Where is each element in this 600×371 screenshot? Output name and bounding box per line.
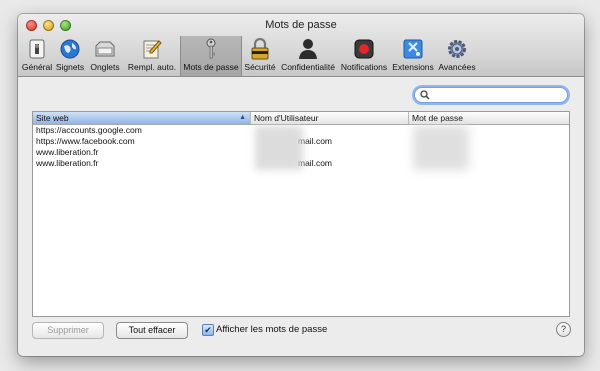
clear-all-button[interactable]: Tout effacer (116, 322, 188, 339)
tab-general-label: Général (21, 62, 53, 72)
sort-ascending-icon: ▲ (239, 114, 246, 121)
tab-autofill-label: Rempl. auto. (127, 62, 177, 72)
site-cell: www.liberation.fr (36, 158, 99, 168)
show-passwords-checkbox[interactable]: ✔ (202, 324, 214, 336)
help-button[interactable]: ? (556, 322, 571, 337)
redacted-username-area (255, 126, 303, 170)
tab-extensions-label: Extensions (392, 62, 434, 72)
column-header-site-label: Site web (36, 113, 69, 123)
column-header-password-label: Mot de passe (412, 113, 464, 123)
preferences-window: Mots de passe Général Signets Onglets Re… (18, 14, 584, 356)
tab-bookmarks-label: Signets (55, 62, 85, 72)
column-header-site[interactable]: Site web ▲ (33, 112, 251, 124)
gear-icon (446, 38, 468, 60)
person-silhouette-icon (297, 38, 319, 60)
record-icon (353, 38, 375, 60)
tab-notifications-label: Notifications (340, 62, 388, 72)
tab-autofill[interactable]: Rempl. auto. (124, 36, 180, 76)
globe-icon (59, 38, 81, 60)
title-bar: Mots de passe Général Signets Onglets Re… (18, 14, 584, 77)
table-header: Site web ▲ Nom d'Utilisateur Mot de pass… (33, 112, 569, 125)
window-title: Mots de passe (265, 19, 337, 31)
column-header-username-label: Nom d'Utilisateur (254, 113, 319, 123)
redacted-password-area (413, 126, 469, 170)
tab-privacy[interactable]: Confidentialité (278, 36, 338, 76)
delete-button[interactable]: Supprimer (32, 322, 104, 339)
tab-general[interactable]: Général (20, 36, 54, 76)
tab-extensions[interactable]: Extensions (390, 36, 436, 76)
site-cell: www.liberation.fr (36, 147, 99, 157)
tab-bookmarks[interactable]: Signets (54, 36, 86, 76)
switch-icon (26, 38, 48, 60)
tab-advanced[interactable]: Avancées (436, 36, 478, 76)
tab-advanced-label: Avancées (438, 62, 476, 72)
tab-privacy-label: Confidentialité (281, 62, 335, 72)
tabs-icon (94, 38, 116, 60)
tab-tabs[interactable]: Onglets (86, 36, 124, 76)
pencil-form-icon (141, 38, 163, 60)
tab-security-label: Sécurité (244, 62, 276, 72)
column-header-password[interactable]: Mot de passe (409, 112, 569, 124)
key-icon (200, 38, 222, 60)
tab-security[interactable]: Sécurité (242, 36, 278, 76)
preferences-toolbar: Général Signets Onglets Rempl. auto. Mot… (20, 36, 478, 76)
search-field[interactable] (414, 87, 568, 103)
site-cell: https://www.facebook.com (36, 136, 135, 146)
tab-notifications[interactable]: Notifications (338, 36, 390, 76)
tab-tabs-label: Onglets (90, 62, 120, 72)
show-passwords-label[interactable]: Afficher les mots de passe (216, 324, 327, 335)
puzzle-icon (402, 38, 424, 60)
column-header-username[interactable]: Nom d'Utilisateur (251, 112, 409, 124)
lock-icon (249, 38, 271, 60)
passwords-table: Site web ▲ Nom d'Utilisateur Mot de pass… (32, 111, 570, 317)
tab-passwords-label: Mots de passe (183, 62, 239, 72)
tab-passwords[interactable]: Mots de passe (180, 36, 242, 76)
site-cell: https://accounts.google.com (36, 125, 142, 135)
search-icon (420, 90, 430, 102)
